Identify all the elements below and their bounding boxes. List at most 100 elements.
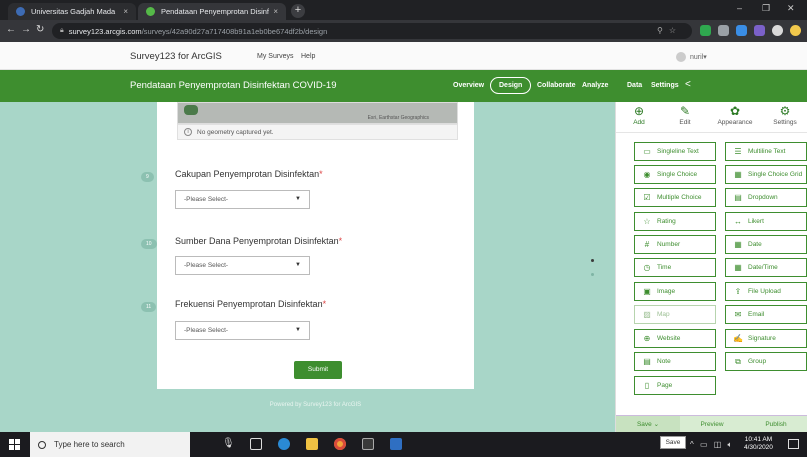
- chrome-icon[interactable]: [334, 438, 346, 450]
- add-note-button[interactable]: ▤ Note: [634, 352, 716, 371]
- extension-icon[interactable]: [718, 25, 729, 36]
- add-group-button[interactable]: ⧉ Group: [725, 352, 807, 371]
- forward-arrow-icon[interactable]: →: [21, 24, 31, 35]
- radio-icon: ◉: [643, 170, 651, 179]
- tab-edit[interactable]: ✎ Edit: [662, 104, 708, 126]
- add-website-button[interactable]: ⊕ Website: [634, 329, 716, 348]
- add-multiple-choice-button[interactable]: ☑ Multiple Choice: [634, 188, 716, 207]
- new-tab-button[interactable]: +: [291, 4, 305, 18]
- extension-icon[interactable]: [736, 25, 747, 36]
- tab-data[interactable]: Data: [627, 82, 642, 89]
- geometry-note-text: No geometry captured yet.: [197, 128, 274, 136]
- clock-icon: ◷: [643, 263, 651, 272]
- add-single-choice-button[interactable]: ◉ Single Choice: [634, 165, 716, 184]
- help-link[interactable]: Help: [301, 53, 315, 60]
- add-time-button[interactable]: ◷ Time: [634, 258, 716, 277]
- save-tooltip: Save: [660, 436, 686, 449]
- add-dropdown-button[interactable]: ▤ Dropdown: [725, 188, 807, 207]
- tab-add[interactable]: ⊕ Add: [616, 104, 662, 126]
- tab-collaborate[interactable]: Collaborate: [537, 82, 576, 89]
- tab-panel-settings[interactable]: ⚙ Settings: [762, 104, 807, 126]
- cakupan-select[interactable]: -Please Select- ▼: [175, 190, 310, 209]
- add-rating-button[interactable]: ☆ Rating: [634, 212, 716, 231]
- taskbar-search-input[interactable]: Type here to search: [30, 432, 190, 457]
- user-name: nuril: [690, 53, 704, 61]
- extension-icon[interactable]: [772, 25, 783, 36]
- save-dropdown-icon[interactable]: ⌄: [654, 421, 659, 428]
- save-button[interactable]: Save ⌄: [616, 416, 680, 432]
- tab-overview[interactable]: Overview: [453, 82, 484, 89]
- minimize-button[interactable]: –: [737, 3, 742, 13]
- add-file-upload-button[interactable]: ⇪ File Upload: [725, 282, 807, 301]
- add-datetime-button[interactable]: ▦ Date/Time: [725, 258, 807, 277]
- preview-button[interactable]: Preview: [680, 416, 744, 432]
- task-view-icon[interactable]: [250, 438, 262, 450]
- add-likert-button[interactable]: ↔ Likert: [725, 212, 807, 231]
- tab-design[interactable]: Design: [490, 77, 532, 94]
- file-explorer-icon[interactable]: [306, 438, 318, 450]
- add-single-choice-grid-button[interactable]: ▦ Single Choice Grid: [725, 165, 807, 184]
- tab-close-icon[interactable]: ×: [123, 7, 128, 16]
- app-brand[interactable]: Survey123 for ArcGIS: [130, 51, 222, 62]
- button-label: Singleline Text: [657, 148, 699, 155]
- add-image-button[interactable]: ▣ Image: [634, 282, 716, 301]
- question-label[interactable]: Sumber Dana Penyemprotan Disinfektan*: [175, 236, 342, 246]
- button-label: Multiple Choice: [657, 194, 702, 201]
- close-window-button[interactable]: ✕: [787, 3, 795, 14]
- tab-close-icon[interactable]: ×: [273, 7, 278, 16]
- my-surveys-link[interactable]: My Surveys: [257, 53, 294, 60]
- add-number-button[interactable]: # Number: [634, 235, 716, 254]
- word-icon[interactable]: [390, 438, 402, 450]
- add-email-button[interactable]: ✉ Email: [725, 305, 807, 324]
- tab-analyze[interactable]: Analyze: [582, 82, 608, 89]
- notification-icon[interactable]: [788, 439, 799, 449]
- url-input[interactable]: 🔒︎ survey123.arcgis.com/surveys/42a90d27…: [52, 23, 692, 39]
- system-tray-icons[interactable]: ^ ▭ ◫ 🔈︎: [690, 440, 734, 450]
- page-indicator-dot[interactable]: [591, 259, 594, 262]
- reload-icon[interactable]: ↻: [36, 24, 44, 35]
- back-arrow-icon[interactable]: ←: [6, 24, 16, 35]
- question-label-text: Frekuensi Penyemprotan Disinfektan: [175, 299, 323, 309]
- map-attribution: Esri, Earthstar Geographics: [367, 115, 429, 121]
- dropdown-arrow-icon: ▼: [295, 327, 301, 333]
- button-label: Date: [748, 241, 762, 248]
- dropdown-icon: ▤: [734, 193, 742, 202]
- share-icon[interactable]: <: [685, 79, 691, 90]
- media-player-icon[interactable]: [362, 438, 374, 450]
- user-menu[interactable]: nuril ▾: [676, 52, 707, 62]
- add-map-button[interactable]: ▨ Map: [634, 305, 716, 324]
- url-host: survey123.arcgis.com: [68, 26, 142, 36]
- submit-button[interactable]: Submit: [294, 361, 342, 379]
- add-date-button[interactable]: ▦ Date: [725, 235, 807, 254]
- multiline-icon: ☰: [734, 147, 742, 156]
- tab-survey[interactable]: Pendataan Penyemprotan Disinfe ×: [138, 3, 286, 20]
- microphone-icon[interactable]: 🎙︎: [222, 438, 235, 450]
- system-clock[interactable]: 10:41 AM 4/30/2020: [744, 436, 773, 452]
- edge-icon[interactable]: [278, 438, 290, 450]
- profile-avatar-icon[interactable]: [790, 25, 801, 36]
- question-label-text: Cakupan Penyemprotan Disinfektan: [175, 169, 320, 179]
- question-number: 11: [141, 302, 157, 312]
- add-signature-button[interactable]: ✍ Signature: [725, 329, 807, 348]
- extension-icon[interactable]: [754, 25, 765, 36]
- omnibox-icons[interactable]: ⚲☆: [657, 26, 682, 35]
- tab-settings[interactable]: Settings: [651, 82, 679, 89]
- map-feature: [184, 105, 198, 115]
- add-multiline-text-button[interactable]: ☰ Multiline Text: [725, 142, 807, 161]
- add-page-button[interactable]: ▯ Page: [634, 376, 716, 395]
- button-label: Website: [657, 335, 681, 342]
- add-singleline-text-button[interactable]: ▭ Singleline Text: [634, 142, 716, 161]
- page-indicator-dot[interactable]: [591, 273, 594, 276]
- map-preview[interactable]: Esri, Earthstar Geographics: [177, 102, 458, 124]
- maximize-button[interactable]: ❐: [762, 3, 770, 14]
- question-label[interactable]: Frekuensi Penyemprotan Disinfektan*: [175, 299, 326, 309]
- url-path: /surveys/42a90d27a717408b91a1eb0be674df2…: [141, 26, 328, 36]
- sumber-dana-select[interactable]: -Please Select- ▼: [175, 256, 310, 275]
- tab-ugm[interactable]: Universitas Gadjah Mada ×: [8, 3, 136, 20]
- tab-appearance[interactable]: ✿ Appearance: [712, 104, 758, 126]
- windows-start-icon[interactable]: [9, 439, 20, 450]
- question-label[interactable]: Cakupan Penyemprotan Disinfektan*: [175, 169, 323, 179]
- frekuensi-select[interactable]: -Please Select- ▼: [175, 321, 310, 340]
- publish-button[interactable]: Publish: [744, 416, 807, 432]
- extension-icon[interactable]: [700, 25, 711, 36]
